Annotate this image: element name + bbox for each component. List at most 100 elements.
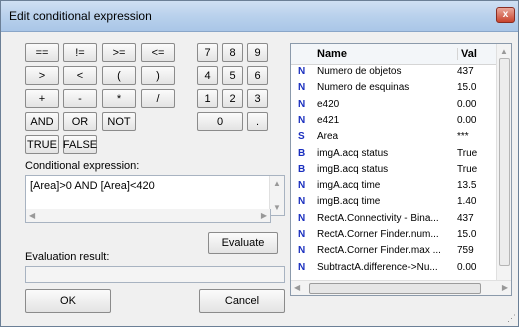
variable-value: 15.0 xyxy=(457,229,477,240)
scroll-right-icon[interactable]: ▶ xyxy=(261,211,267,220)
op-not-equal-button[interactable]: != xyxy=(63,43,97,62)
list-item[interactable]: NimgB.acq time 1.40 xyxy=(291,195,511,210)
variable-name: imgA.acq time xyxy=(317,180,381,192)
op-close-paren-button[interactable]: ) xyxy=(141,66,175,85)
variable-type-marker: N xyxy=(298,245,306,257)
op-less-button[interactable]: < xyxy=(63,66,97,85)
horizontal-scroll-thumb[interactable] xyxy=(309,283,481,294)
list-item[interactable]: Ne421 0.00 xyxy=(291,114,511,129)
op-and-button[interactable]: AND xyxy=(25,112,59,131)
title-bar[interactable]: Edit conditional expression x xyxy=(1,1,518,32)
variable-name: Numero de objetos xyxy=(317,66,402,77)
variable-type-marker: N xyxy=(298,229,306,240)
digit-9-button[interactable]: 9 xyxy=(247,43,268,62)
op-equal-button[interactable]: == xyxy=(25,43,59,62)
digit-7-button[interactable]: 7 xyxy=(197,43,218,62)
variable-name: RectA.Connectivity - Bina... xyxy=(317,212,439,224)
op-open-paren-button[interactable]: ( xyxy=(102,66,136,85)
digit-0-button[interactable]: 0 xyxy=(197,112,243,131)
op-plus-button[interactable]: + xyxy=(25,89,59,108)
digit-3-button[interactable]: 3 xyxy=(247,89,268,108)
variable-value: True xyxy=(457,163,478,175)
variable-type-marker: N xyxy=(298,261,306,273)
digit-5-button[interactable]: 5 xyxy=(222,66,243,85)
variable-value: 13.5 xyxy=(457,180,477,192)
list-item[interactable]: N RectA.Corner Finder.max ... 759 xyxy=(291,244,511,259)
variable-name: Numero de esquinas xyxy=(317,82,410,94)
list-horizontal-scrollbar[interactable]: ◀ ▶ xyxy=(291,280,511,295)
list-item[interactable]: NimgA.acq time 13.5 xyxy=(291,179,511,194)
variable-type-marker: N xyxy=(298,212,306,224)
list-header: Name Val xyxy=(291,44,511,65)
evaluation-result-field xyxy=(25,266,285,283)
variable-value: 0.00 xyxy=(457,114,477,126)
scroll-right-icon[interactable]: ▶ xyxy=(502,283,508,292)
variable-type-marker: N xyxy=(298,180,306,192)
digit-8-button[interactable]: 8 xyxy=(222,43,243,62)
variable-value: 0.00 xyxy=(457,98,477,110)
list-item[interactable]: N Numero de objetos 437 xyxy=(291,65,511,80)
op-minus-button[interactable]: - xyxy=(63,89,97,108)
variable-name: imgB.acq status xyxy=(317,163,389,175)
variable-type-marker: B xyxy=(298,163,306,175)
column-header-name[interactable]: Name xyxy=(317,48,347,60)
op-greater-equal-button[interactable]: >= xyxy=(102,43,136,62)
edit-conditional-expression-dialog: Edit conditional expression x == != >= <… xyxy=(0,0,519,327)
variable-type-marker: B xyxy=(298,147,306,159)
variable-name: imgA.acq status xyxy=(317,147,389,159)
digit-4-button[interactable]: 4 xyxy=(197,66,218,85)
scroll-down-icon[interactable]: ▼ xyxy=(273,203,281,212)
variable-name: imgB.acq time xyxy=(317,196,381,208)
op-not-button[interactable]: NOT xyxy=(102,112,136,131)
variable-value: 759 xyxy=(457,245,474,257)
expression-vertical-scrollbar[interactable]: ▲ ▼ xyxy=(269,176,284,215)
variable-value: 437 xyxy=(457,212,474,224)
variable-type-marker: S xyxy=(298,131,305,143)
decimal-point-button[interactable]: . xyxy=(247,112,268,131)
expression-horizontal-scrollbar[interactable]: ◀ ▶ xyxy=(25,209,271,223)
op-or-button[interactable]: OR xyxy=(63,112,97,131)
op-true-button[interactable]: TRUE xyxy=(25,135,59,154)
variable-type-marker: N xyxy=(298,82,306,94)
op-divide-button[interactable]: / xyxy=(141,89,175,108)
list-item[interactable]: N RectA.Corner Finder.num... 15.0 xyxy=(291,228,511,243)
resize-grip-icon[interactable]: ⋰ xyxy=(507,313,516,324)
list-item[interactable]: N RectA.Connectivity - Bina... 437 xyxy=(291,212,511,227)
op-multiply-button[interactable]: * xyxy=(102,89,136,108)
digit-2-button[interactable]: 2 xyxy=(222,89,243,108)
evaluate-button[interactable]: Evaluate xyxy=(208,232,278,254)
list-item[interactable]: S Area *** xyxy=(291,130,511,145)
variable-name: Area xyxy=(317,131,339,143)
list-item[interactable]: N SubtractA.difference->Nu... 0.00 xyxy=(291,261,511,276)
variable-type-marker: N xyxy=(298,66,306,77)
list-item[interactable]: BimgB.acq status True xyxy=(291,163,511,178)
digit-1-button[interactable]: 1 xyxy=(197,89,218,108)
list-item[interactable]: N Numero de esquinas 15.0 xyxy=(291,81,511,96)
list-item[interactable]: Ne420 0.00 xyxy=(291,98,511,113)
scroll-up-icon[interactable]: ▲ xyxy=(273,179,281,188)
variables-list[interactable]: Name Val N Numero de objetos 437 N Numero de… xyxy=(290,43,512,296)
variable-value: 1.40 xyxy=(457,196,477,208)
variable-type-marker: N xyxy=(298,114,306,126)
close-icon[interactable]: x xyxy=(496,7,515,23)
variable-value: 0.00 xyxy=(457,261,477,273)
scroll-left-icon[interactable]: ◀ xyxy=(294,283,300,292)
list-vertical-scrollbar[interactable]: ▲ xyxy=(496,44,511,281)
variable-name: e420 xyxy=(317,98,340,110)
scroll-left-icon[interactable]: ◀ xyxy=(29,211,35,220)
list-item[interactable]: BimgA.acq status True xyxy=(291,147,511,162)
digit-6-button[interactable]: 6 xyxy=(247,66,268,85)
op-greater-button[interactable]: > xyxy=(25,66,59,85)
op-false-button[interactable]: FALSE xyxy=(63,135,97,154)
ok-button[interactable]: OK xyxy=(25,289,111,313)
variable-name: RectA.Corner Finder.num... xyxy=(317,229,439,240)
variable-name: SubtractA.difference->Nu... xyxy=(317,261,438,273)
variable-value: True xyxy=(457,147,478,159)
variable-value: *** xyxy=(457,131,469,143)
op-less-equal-button[interactable]: <= xyxy=(141,43,175,62)
scroll-up-icon[interactable]: ▲ xyxy=(500,47,508,56)
cancel-button[interactable]: Cancel xyxy=(199,289,285,313)
column-header-value[interactable]: Val xyxy=(457,48,477,60)
vertical-scroll-thumb[interactable] xyxy=(499,58,510,266)
variable-value: 15.0 xyxy=(457,82,477,94)
